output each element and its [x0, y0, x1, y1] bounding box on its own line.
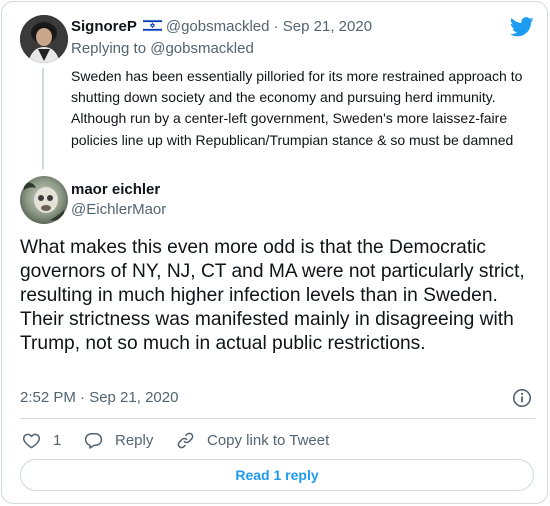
- replying-to-handle[interactable]: @gobsmackled: [150, 40, 254, 57]
- link-icon: [177, 432, 194, 448]
- action-divider: [20, 418, 535, 419]
- copy-link-button[interactable]: Copy link to Tweet: [176, 430, 329, 450]
- replying-to-line: Replying to @gobsmackled: [71, 40, 254, 58]
- read-replies-button[interactable]: Read 1 reply: [20, 459, 534, 491]
- main-author-avatar[interactable]: [20, 176, 68, 224]
- thread-connector-line: [42, 68, 44, 169]
- reply-icon: [84, 432, 103, 449]
- twitter-bird-icon[interactable]: [510, 16, 534, 38]
- main-tweet-text: What makes this even more odd is that th…: [20, 237, 525, 354]
- parent-author-avatar[interactable]: [20, 15, 68, 63]
- parent-tweet-header: SignoreP @gobsmackled · Sep 21, 2020: [71, 18, 372, 36]
- main-author-handle[interactable]: @EichlerMaor: [71, 201, 166, 219]
- reply-button[interactable]: Reply: [84, 430, 153, 450]
- parent-author-name[interactable]: SignoreP: [71, 18, 137, 35]
- embedded-tweet-card: SignoreP @gobsmackled · Sep 21, 2020 Rep…: [1, 1, 548, 504]
- israel-flag-icon: [142, 19, 162, 32]
- main-author-name[interactable]: maor eichler: [71, 181, 160, 199]
- parent-handle-time[interactable]: @gobsmackled · Sep 21, 2020: [166, 18, 372, 35]
- heart-icon: [22, 433, 41, 448]
- like-button[interactable]: 1: [22, 430, 61, 450]
- copy-link-label: Copy link to Tweet: [207, 431, 330, 449]
- like-count: 1: [53, 431, 62, 449]
- info-icon[interactable]: [512, 388, 532, 408]
- parent-tweet-text: Sweden has been essentially pilloried fo…: [71, 68, 523, 148]
- reply-label: Reply: [115, 431, 154, 449]
- replying-to-prefix: Replying to: [71, 40, 151, 57]
- tweet-timestamp[interactable]: 2:52 PM · Sep 21, 2020: [20, 389, 178, 407]
